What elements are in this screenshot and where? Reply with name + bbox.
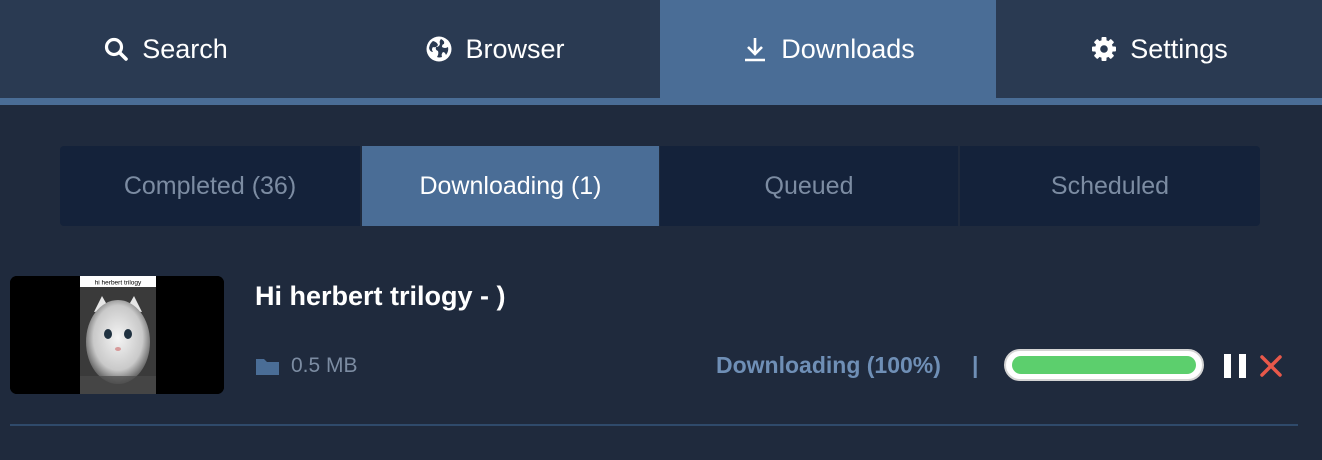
subtab-scheduled[interactable]: Scheduled bbox=[960, 146, 1260, 226]
close-icon bbox=[1260, 355, 1282, 377]
status-separator: | bbox=[972, 352, 979, 378]
progress-fill bbox=[1012, 356, 1196, 374]
cancel-button[interactable] bbox=[1259, 354, 1283, 378]
tab-search[interactable]: Search bbox=[0, 0, 330, 98]
subtab-completed[interactable]: Completed (36) bbox=[60, 146, 360, 226]
tab-downloads[interactable]: Downloads bbox=[660, 0, 996, 98]
globe-icon bbox=[425, 35, 453, 63]
download-filter-tabs: Completed (36) Downloading (1) Queued Sc… bbox=[60, 146, 1260, 226]
gear-icon bbox=[1090, 35, 1118, 63]
progress-bar bbox=[1004, 349, 1204, 381]
pause-icon-bar-left bbox=[1224, 354, 1231, 378]
nav-underline bbox=[0, 98, 1322, 105]
folder-icon bbox=[255, 355, 280, 377]
subtab-downloading[interactable]: Downloading (1) bbox=[362, 146, 659, 226]
tab-search-label: Search bbox=[142, 33, 228, 64]
file-size-value: 0.5 MB bbox=[291, 354, 358, 377]
download-icon bbox=[741, 35, 769, 63]
tab-settings-label: Settings bbox=[1130, 33, 1228, 64]
subtab-queued[interactable]: Queued bbox=[660, 146, 958, 226]
tab-browser[interactable]: Browser bbox=[330, 0, 660, 98]
top-navigation: Search Browser Downloads Settings bbox=[0, 0, 1322, 98]
tab-browser-label: Browser bbox=[465, 33, 565, 64]
pause-icon-bar-right bbox=[1239, 354, 1246, 378]
download-item: hi herbert trilogy Hi herbert trilogy - … bbox=[10, 276, 1298, 396]
pause-button[interactable] bbox=[1224, 354, 1246, 378]
file-size: 0.5 MB bbox=[255, 354, 358, 378]
download-status: Downloading (100%) bbox=[716, 352, 941, 378]
download-title: Hi herbert trilogy - ) bbox=[255, 281, 506, 311]
video-thumbnail[interactable]: hi herbert trilogy bbox=[10, 276, 224, 394]
search-icon bbox=[102, 35, 130, 63]
item-divider bbox=[10, 424, 1298, 426]
tab-settings[interactable]: Settings bbox=[996, 0, 1322, 98]
thumbnail-caption: hi herbert trilogy bbox=[95, 280, 142, 287]
tab-downloads-label: Downloads bbox=[781, 33, 915, 64]
